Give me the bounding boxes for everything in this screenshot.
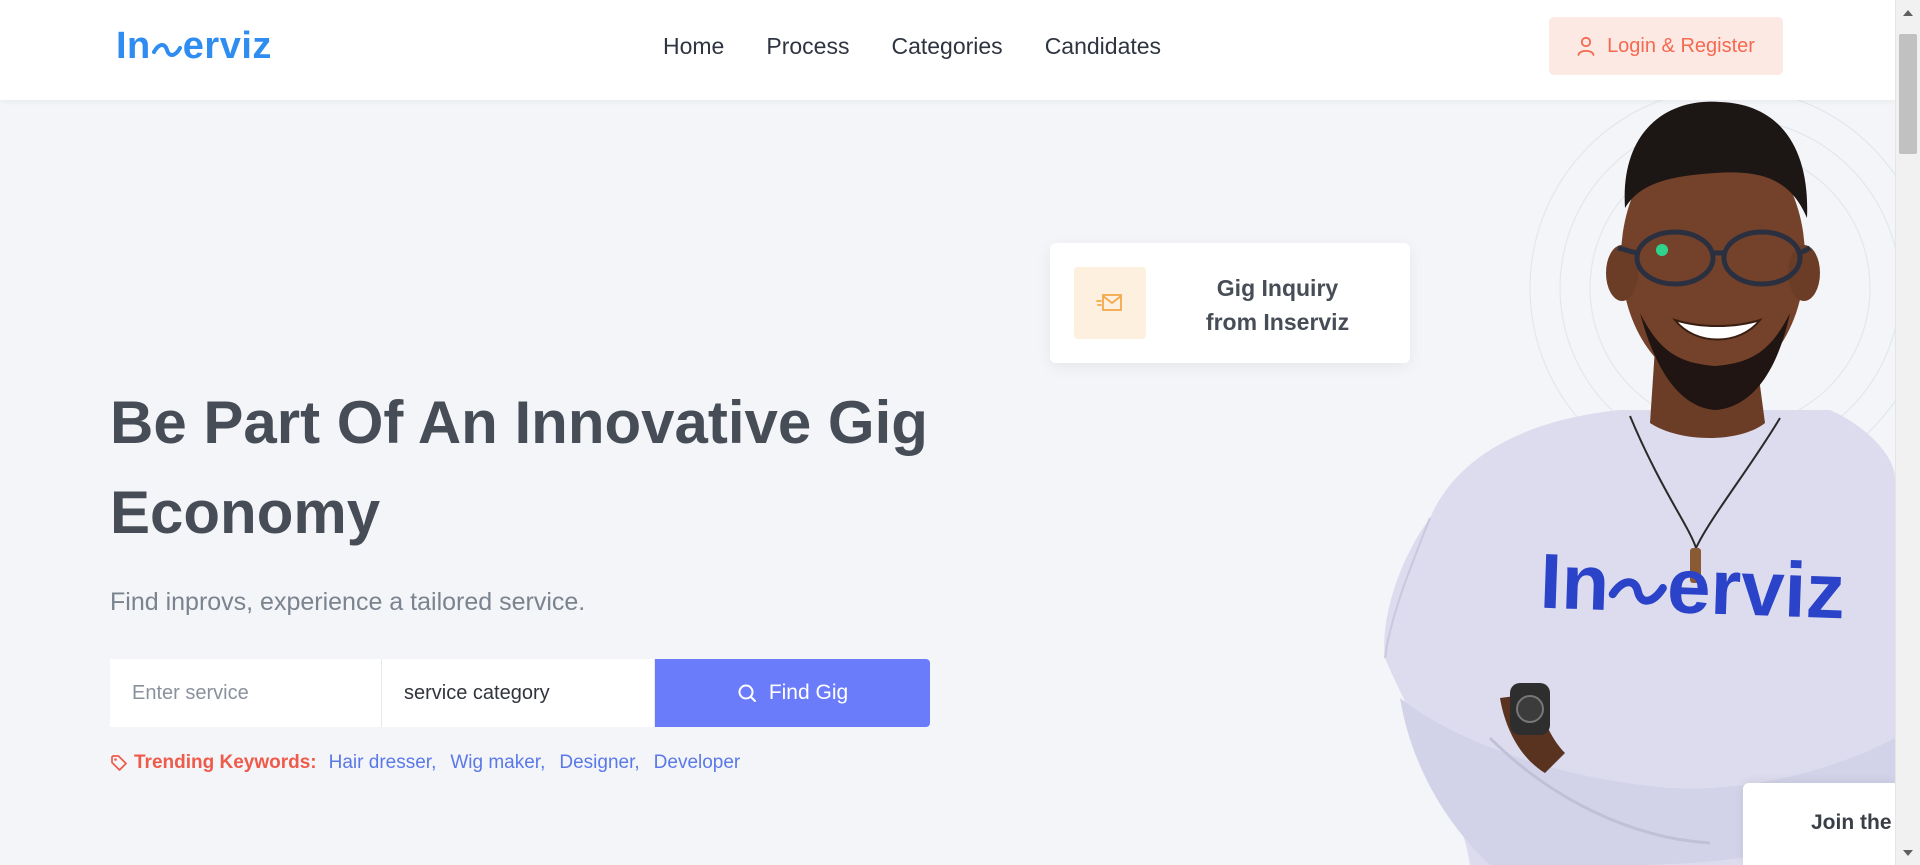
- keyword-wig-maker[interactable]: Wig maker,: [450, 752, 545, 774]
- nav-process[interactable]: Process: [766, 32, 849, 60]
- login-register-label: Login & Register: [1607, 34, 1755, 57]
- hero-title: Be Part Of An Innovative Gig Economy: [110, 389, 928, 546]
- scrollbar-thumb[interactable]: [1899, 34, 1917, 154]
- person-illustration: [1384, 98, 1895, 865]
- page-scrollbar[interactable]: [1895, 0, 1920, 865]
- gig-search-bar: service category Find Gig: [110, 659, 930, 727]
- shirt-logo-text-left: In: [1538, 536, 1611, 628]
- inquiry-text: Gig Inquiry from Inserviz: [1205, 275, 1350, 335]
- hero-subtitle: Find inprovs, experience a tailored serv…: [110, 588, 586, 616]
- inquiry-icon-box: [1074, 267, 1146, 339]
- hero-person-image: In erviz: [1370, 98, 1895, 865]
- trending-keywords: Trending Keywords: Hair dresser, Wig mak…: [110, 752, 748, 774]
- scroll-up-arrow-icon[interactable]: [1903, 10, 1913, 16]
- logo-text-right: erviz: [182, 25, 272, 67]
- tag-icon: [111, 755, 127, 771]
- find-gig-label: Find Gig: [768, 681, 849, 704]
- scroll-down-arrow-icon[interactable]: [1903, 850, 1913, 856]
- join-card-text: Join the: [1811, 811, 1892, 834]
- keyword-designer[interactable]: Designer,: [559, 752, 639, 774]
- keyword-developer[interactable]: Developer: [654, 752, 741, 774]
- service-category-select[interactable]: service category: [382, 659, 655, 727]
- logo-swoosh-icon: [151, 43, 182, 57]
- shirt-logo-text-right: erviz: [1665, 541, 1847, 636]
- main-nav: Home Process Categories Candidates: [663, 32, 1161, 60]
- nav-categories[interactable]: Categories: [891, 32, 1002, 60]
- keyword-hair-dresser[interactable]: Hair dresser,: [329, 752, 437, 774]
- service-input[interactable]: [110, 659, 382, 727]
- shirt-logo-swoosh-icon: [1608, 578, 1668, 605]
- find-gig-button[interactable]: Find Gig: [655, 659, 930, 727]
- nav-home[interactable]: Home: [663, 32, 724, 60]
- gig-inquiry-card: Gig Inquiry from Inserviz: [1050, 243, 1410, 363]
- inserviz-logo[interactable]: In erviz: [116, 24, 272, 68]
- trending-label: Trending Keywords:: [134, 752, 317, 773]
- top-navbar: In erviz Home Process Categories Candida…: [0, 0, 1895, 100]
- mail-icon: [1096, 294, 1122, 311]
- login-register-button[interactable]: Login & Register: [1549, 17, 1783, 75]
- shirt-logo: In erviz: [1538, 536, 1847, 636]
- user-icon: [1577, 36, 1595, 56]
- search-icon: [738, 684, 756, 702]
- join-card: Join the: [1743, 783, 1895, 865]
- logo-text-left: In: [116, 25, 151, 67]
- nav-candidates[interactable]: Candidates: [1045, 32, 1161, 60]
- service-category-value: service category: [404, 681, 550, 704]
